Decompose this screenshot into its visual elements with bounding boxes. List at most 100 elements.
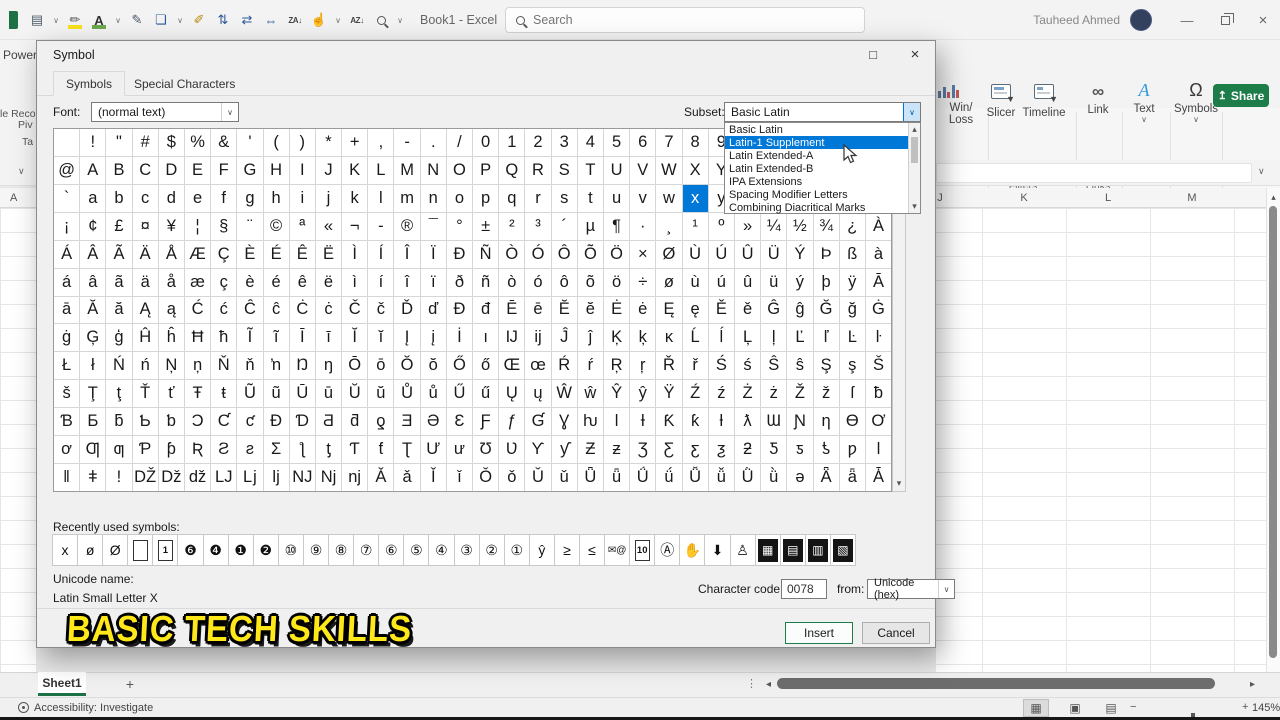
symbol-cell[interactable]: Ş (814, 352, 840, 380)
search-bar[interactable] (505, 7, 865, 33)
symbol-cell[interactable]: £ (106, 213, 132, 241)
symbol-cell[interactable]: ã (106, 269, 132, 297)
symbol-cell[interactable]: Ö (604, 241, 630, 269)
symbol-cell[interactable]: Ɔ (185, 408, 211, 436)
symbol-cell[interactable]: ǁ (54, 464, 80, 492)
symbol-cell[interactable]: @ (54, 157, 80, 185)
tab-symbols[interactable]: Symbols (53, 71, 125, 96)
timeline-button[interactable]: Timeline (1018, 76, 1070, 119)
symbol-cell[interactable]: . (421, 129, 447, 157)
symbol-cell[interactable]: Ð (447, 241, 473, 269)
symbol-cell[interactable]: Ƨ (211, 436, 237, 464)
symbol-cell[interactable]: Ɩ (604, 408, 630, 436)
symbol-cell[interactable]: Ä (133, 241, 159, 269)
symbol-cell[interactable]: q (499, 185, 525, 213)
symbol-cell[interactable]: ŧ (211, 380, 237, 408)
symbol-cell[interactable]: ƀ (866, 380, 892, 408)
symbol-cell[interactable]: V (630, 157, 656, 185)
symbol-cell[interactable]: š (54, 380, 80, 408)
symbol-cell[interactable]: * (316, 129, 342, 157)
symbol-cell[interactable]: ŉ (264, 352, 290, 380)
symbol-cell[interactable]: 1 (499, 129, 525, 157)
character-code-input[interactable]: 0078 (781, 579, 827, 599)
symbol-cell[interactable]: Ŝ (761, 352, 787, 380)
symbol-cell[interactable]: ƞ (814, 408, 840, 436)
sort-za-icon[interactable]: ZA↓ (284, 8, 306, 32)
symbol-cell[interactable]: Ǡ (866, 464, 892, 492)
symbol-cell[interactable]: f (211, 185, 237, 213)
symbol-cell[interactable]: Ŀ (840, 324, 866, 352)
symbol-cell[interactable]: # (133, 129, 159, 157)
symbol-cell[interactable]: ü (761, 269, 787, 297)
symbol-cell[interactable]: Ĩ (237, 324, 263, 352)
search-input[interactable] (533, 13, 813, 27)
symbol-cell[interactable]: ǖ (604, 464, 630, 492)
symbol-cell[interactable]: l (368, 185, 394, 213)
recent-symbol-cell[interactable]: ✋ (679, 534, 705, 566)
symbol-cell[interactable]: Ź (683, 380, 709, 408)
symbol-cell[interactable]: ô (552, 269, 578, 297)
symbol-cell[interactable]: µ (578, 213, 604, 241)
symbol-cell[interactable]: Ɛ (447, 408, 473, 436)
symbol-cell[interactable]: ĕ (578, 297, 604, 325)
symbol-cell[interactable]: ƿ (840, 436, 866, 464)
symbol-cell[interactable]: Ǝ (394, 408, 420, 436)
symbol-cell[interactable]: Ə (421, 408, 447, 436)
symbol-cell[interactable]: ő (473, 352, 499, 380)
symbol-cell[interactable]: 0 (473, 129, 499, 157)
symbol-cell[interactable]: ¨ (237, 213, 263, 241)
chevron-down-icon[interactable]: ∨ (50, 8, 62, 32)
symbol-cell[interactable]: Ʋ (499, 436, 525, 464)
symbol-cell[interactable]: Ŗ (604, 352, 630, 380)
scroll-left-icon[interactable]: ◂ (766, 679, 771, 690)
symbol-cell[interactable]: Ŕ (552, 352, 578, 380)
symbol-cell[interactable]: ŏ (421, 352, 447, 380)
symbol-cell[interactable]: ŷ (630, 380, 656, 408)
symbol-cell[interactable]: Á (54, 241, 80, 269)
symbol-cell[interactable]: ğ (840, 297, 866, 325)
symbol-cell[interactable]: ż (761, 380, 787, 408)
chevron-down-icon[interactable]: ∨ (938, 580, 954, 598)
symbol-cell[interactable]: Ě (709, 297, 735, 325)
scroll-right-icon[interactable]: ▸ (1250, 679, 1255, 690)
symbol-cell[interactable]: À (866, 213, 892, 241)
briefcase-icon[interactable]: ▤ (26, 8, 48, 32)
column-header-l[interactable]: L (1066, 192, 1150, 204)
symbol-cell[interactable]: å (159, 269, 185, 297)
symbol-cell[interactable]: N (421, 157, 447, 185)
symbol-cell[interactable]: Ņ (159, 352, 185, 380)
symbol-cell[interactable]: ď (421, 297, 447, 325)
font-color-icon[interactable]: A (88, 8, 110, 32)
symbol-cell[interactable]: ą (159, 297, 185, 325)
symbol-cell[interactable]: ű (473, 380, 499, 408)
symbol-cell[interactable]: Ǔ (525, 464, 551, 492)
symbol-cell[interactable]: í (368, 269, 394, 297)
symbol-cell[interactable]: Ñ (473, 241, 499, 269)
column-header-k[interactable]: K (982, 192, 1066, 204)
recent-symbol-cell[interactable]: 10 (629, 534, 655, 566)
formula-bar-expand-icon[interactable]: ∨ (1258, 166, 1265, 177)
symbol-cell[interactable]: ũ (264, 380, 290, 408)
symbol-cell[interactable]: n (421, 185, 447, 213)
symbol-cell[interactable]: ´ (552, 213, 578, 241)
subset-option[interactable]: Latin Extended-A (725, 149, 920, 162)
symbol-cell[interactable]: M (394, 157, 420, 185)
horizontal-scroll-thumb[interactable] (777, 678, 1215, 689)
symbol-cell[interactable]: ŗ (630, 352, 656, 380)
symbol-cell[interactable]: ē (525, 297, 551, 325)
symbol-cell[interactable]: Ħ (185, 324, 211, 352)
dropdown-scrollbar[interactable]: ▴ ▾ (908, 123, 920, 213)
recent-symbol-cell[interactable]: ④ (428, 534, 454, 566)
chevron-down-icon[interactable]: ∨ (112, 8, 124, 32)
symbol-cell[interactable]: ŭ (368, 380, 394, 408)
symbol-cell[interactable]: ƚ (709, 408, 735, 436)
symbol-cell[interactable]: Ʊ (473, 436, 499, 464)
symbol-cell[interactable]: C (133, 157, 159, 185)
recent-symbol-cell[interactable]: ❹ (203, 534, 229, 566)
recent-symbol-cell[interactable]: ⑩ (278, 534, 304, 566)
symbol-cell[interactable]: · (630, 213, 656, 241)
text-button[interactable]: A Text ∨ (1124, 76, 1164, 124)
symbol-cell[interactable]: Ú (709, 241, 735, 269)
symbol-cell[interactable]: ¯ (421, 213, 447, 241)
symbol-cell[interactable]: ¢ (80, 213, 106, 241)
